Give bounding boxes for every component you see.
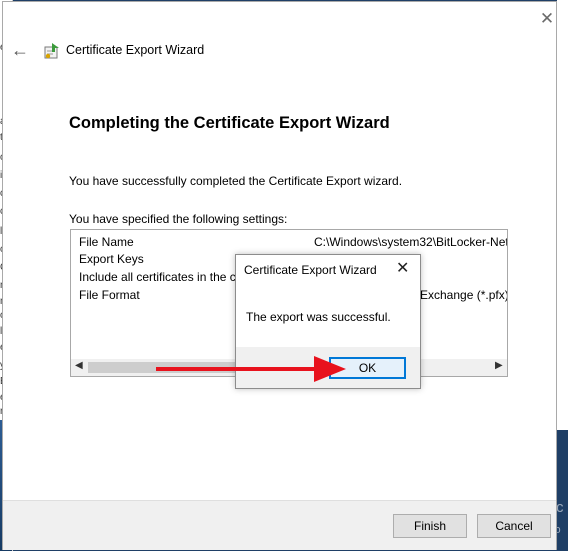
- wizard-footer: Finish Cancel: [3, 500, 556, 550]
- cancel-button[interactable]: Cancel: [477, 514, 551, 538]
- scroll-left-icon[interactable]: ◀: [75, 360, 83, 371]
- annotation-arrow-icon: [156, 356, 346, 382]
- window-title: Certificate Export Wizard: [66, 43, 205, 57]
- setting-name: Include all certificates in the cer: [79, 270, 247, 284]
- dialog-title: Certificate Export Wizard: [244, 263, 377, 277]
- certificate-icon: [44, 43, 59, 59]
- success-message: You have successfully completed the Cert…: [69, 174, 403, 188]
- desktop-background-right: [557, 0, 568, 551]
- setting-value: C:\Windows\system32\BitLocker-Netw: [314, 235, 508, 249]
- setting-name: File Name: [79, 235, 134, 249]
- dialog-message: The export was successful.: [246, 310, 391, 324]
- close-icon[interactable]: ✕: [396, 258, 409, 280]
- setting-name: File Format: [79, 288, 140, 302]
- settings-intro: You have specified the following setting…: [69, 212, 288, 226]
- scroll-right-icon[interactable]: ▶: [495, 360, 503, 371]
- close-icon[interactable]: ✕: [537, 9, 557, 29]
- back-arrow-icon[interactable]: ←: [11, 38, 29, 62]
- setting-name: Export Keys: [79, 252, 144, 266]
- finish-button[interactable]: Finish: [393, 514, 467, 538]
- page-heading: Completing the Certificate Export Wizard: [69, 114, 390, 132]
- setting-value: Exchange (*.pfx): [420, 288, 508, 302]
